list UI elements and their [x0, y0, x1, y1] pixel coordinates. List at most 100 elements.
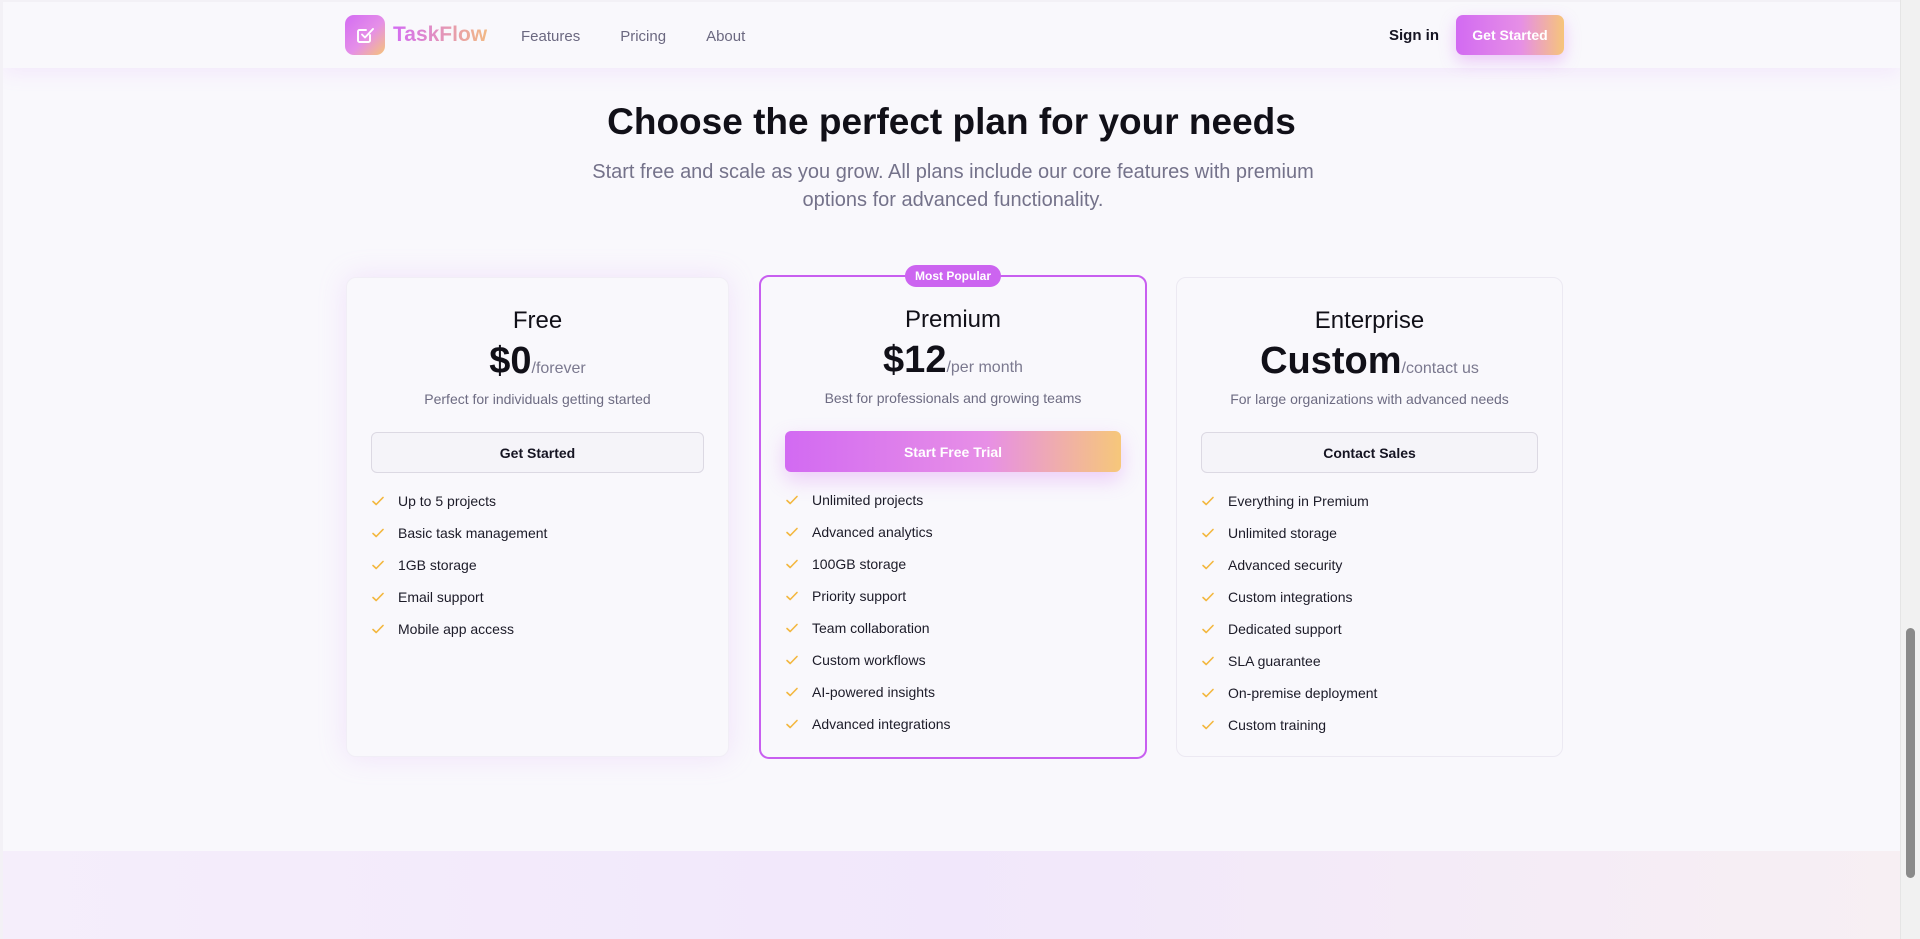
feature-item: Custom training	[1201, 709, 1377, 741]
feature-text: Email support	[398, 589, 484, 605]
feature-text: Mobile app access	[398, 621, 514, 637]
plan-description: For large organizations with advanced ne…	[1230, 391, 1509, 407]
feature-text: Advanced integrations	[812, 716, 951, 732]
price-row: $12/per month	[761, 339, 1145, 382]
nav-link-pricing[interactable]: Pricing	[620, 28, 666, 45]
feature-text: Team collaboration	[812, 620, 930, 636]
feature-item: Advanced analytics	[785, 516, 951, 548]
contact-sales-button[interactable]: Contact Sales	[1201, 432, 1538, 473]
feature-text: Custom workflows	[812, 652, 926, 668]
most-popular-badge: Most Popular	[904, 265, 1002, 287]
plan-price: $0	[489, 340, 532, 382]
feature-text: Up to 5 projects	[398, 493, 497, 509]
feature-text: Priority support	[812, 588, 907, 604]
feature-text: Custom training	[1228, 717, 1327, 733]
check-icon	[1202, 528, 1214, 538]
plan-period: /forever	[531, 360, 586, 377]
feature-text: AI-powered insights	[812, 684, 935, 700]
feature-item: 1GB storage	[371, 549, 547, 581]
check-icon	[786, 527, 798, 537]
feature-text: SLA guarantee	[1228, 653, 1321, 669]
check-square-icon	[345, 15, 385, 55]
plan-period: /contact us	[1401, 360, 1479, 377]
feature-item: On-premise deployment	[1201, 677, 1377, 709]
feature-item: Advanced integrations	[785, 708, 951, 740]
feature-item: Unlimited projects	[785, 484, 951, 516]
check-icon	[372, 624, 384, 634]
brand-logo[interactable]: TaskFlow	[345, 15, 487, 55]
feature-list: Everything in Premium Unlimited storage Ad…	[1201, 485, 1377, 741]
plan-card-free: Free $0/forever Perfect for individuals …	[346, 277, 729, 757]
feature-item: Priority support	[785, 580, 951, 612]
nav-link-features[interactable]: Features	[521, 28, 580, 45]
feature-item: Custom workflows	[785, 644, 951, 676]
feature-text: Advanced security	[1228, 557, 1343, 573]
check-icon	[786, 623, 798, 633]
check-icon	[786, 591, 798, 601]
feature-item: Up to 5 projects	[371, 485, 547, 517]
feature-item: Advanced security	[1201, 549, 1377, 581]
check-icon	[1202, 656, 1214, 666]
check-icon	[372, 496, 384, 506]
brand-name: TaskFlow	[393, 23, 488, 46]
check-icon	[1202, 624, 1214, 634]
plan-description: Best for professionals and growing teams	[824, 390, 1082, 406]
free-get-started-button[interactable]: Get Started	[371, 432, 704, 473]
page-subtitle: Start free and scale as you grow. All pl…	[592, 161, 1314, 211]
plan-name: Free	[512, 307, 563, 334]
site-header: TaskFlow Features Pricing About Sign in …	[3, 2, 1900, 68]
feature-item: Custom integrations	[1201, 581, 1377, 613]
feature-item: Unlimited storage	[1201, 517, 1377, 549]
feature-item: SLA guarantee	[1201, 645, 1377, 677]
page-scrollbar[interactable]	[1900, 0, 1920, 939]
check-icon	[372, 592, 384, 602]
plan-card-enterprise: Enterprise Custom/contact us For large o…	[1176, 277, 1563, 757]
feature-text: Advanced analytics	[812, 524, 933, 540]
start-free-trial-button[interactable]: Start Free Trial	[785, 431, 1121, 472]
check-icon	[1202, 720, 1214, 730]
feature-item: Dedicated support	[1201, 613, 1377, 645]
nav-link-about[interactable]: About	[706, 28, 745, 45]
check-icon	[372, 528, 384, 538]
main-nav: Features Pricing About	[521, 28, 785, 45]
price-row: $0/forever	[347, 340, 728, 383]
check-icon	[786, 719, 798, 729]
plan-name: Enterprise	[1314, 307, 1425, 334]
feature-text: 1GB storage	[398, 557, 477, 573]
feature-item: AI-powered insights	[785, 676, 951, 708]
price-row: Custom/contact us	[1177, 340, 1562, 383]
next-section	[3, 851, 1900, 939]
feature-text: Basic task management	[398, 525, 548, 541]
feature-item: 100GB storage	[785, 548, 951, 580]
feature-text: 100GB storage	[812, 556, 907, 572]
plan-card-premium: Most Popular Premium $12/per month Best …	[759, 265, 1147, 759]
feature-item: Mobile app access	[371, 613, 547, 645]
scrollbar-thumb[interactable]	[1906, 628, 1915, 878]
feature-item: Email support	[371, 581, 547, 613]
plan-period: /per month	[946, 359, 1023, 376]
get-started-button[interactable]: Get Started	[1456, 15, 1564, 55]
check-icon	[786, 495, 798, 505]
feature-text: Everything in Premium	[1228, 493, 1369, 509]
sign-in-link[interactable]: Sign in	[1389, 27, 1439, 44]
plan-price: Custom	[1260, 340, 1402, 382]
check-icon	[786, 559, 798, 569]
check-icon	[786, 687, 798, 697]
plan-name: Premium	[904, 306, 1001, 333]
plan-price: $12	[883, 339, 947, 381]
feature-text: Dedicated support	[1228, 621, 1342, 637]
feature-text: Custom integrations	[1228, 589, 1353, 605]
feature-text: Unlimited storage	[1228, 525, 1337, 541]
check-icon	[1202, 560, 1214, 570]
feature-item: Team collaboration	[785, 612, 951, 644]
feature-text: On-premise deployment	[1228, 685, 1378, 701]
check-icon	[1202, 496, 1214, 506]
feature-item: Everything in Premium	[1201, 485, 1377, 517]
plan-description: Perfect for individuals getting started	[424, 391, 651, 407]
feature-item: Basic task management	[371, 517, 547, 549]
check-icon	[786, 655, 798, 665]
feature-list: Up to 5 projects Basic task management 1GB…	[371, 485, 547, 645]
page: TaskFlow Features Pricing About Sign in …	[3, 2, 1900, 939]
check-icon	[372, 560, 384, 570]
page-title: Choose the perfect plan for your needs	[607, 101, 1296, 142]
